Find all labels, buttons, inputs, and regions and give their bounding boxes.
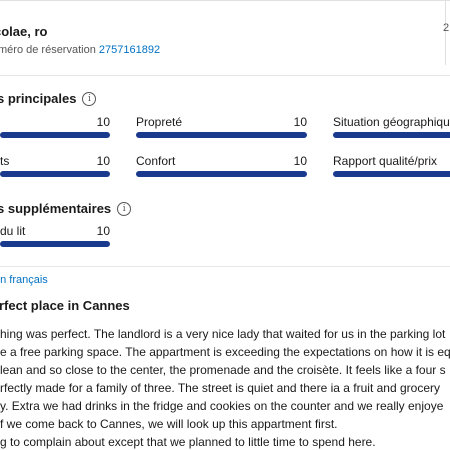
score-label-value: Rapport qualité/prix bbox=[333, 154, 438, 168]
reservation-number[interactable]: 2757161892 bbox=[99, 44, 160, 56]
review-title: rfect place in Cannes bbox=[0, 298, 130, 313]
score-value-comfort: 10 bbox=[293, 154, 307, 168]
score-label-cleanliness: Propreté bbox=[136, 115, 183, 129]
top-divider bbox=[0, 0, 450, 1]
extra-scores-title: s supplémentaires i bbox=[0, 201, 132, 216]
score-value-1: 10 bbox=[96, 115, 110, 129]
review-date: 2 bbox=[443, 22, 450, 34]
score-bar-value bbox=[333, 171, 450, 177]
info-icon[interactable]: i bbox=[117, 201, 132, 216]
reservation-info: méro de réservation 2757161892 bbox=[0, 44, 160, 56]
score-label-4: ts bbox=[0, 154, 10, 168]
score-bar-cleanliness bbox=[136, 132, 307, 138]
review-line: lean and so close to the center, the pro… bbox=[0, 363, 446, 377]
info-icon[interactable]: i bbox=[82, 91, 97, 106]
extra-scores-title-text: s supplémentaires bbox=[0, 201, 112, 216]
review-line: g to complain about except that we plann… bbox=[0, 435, 376, 449]
score-bar-location bbox=[333, 132, 450, 138]
review-line: f we come back to Cannes, we will look u… bbox=[0, 417, 338, 431]
main-scores-title-text: s principales bbox=[0, 91, 77, 106]
score-label-location: Situation géographique bbox=[333, 115, 450, 129]
section-divider bbox=[0, 266, 450, 267]
review-line: hing was perfect. The landlord is a very… bbox=[0, 327, 446, 341]
score-value-4: 10 bbox=[96, 154, 110, 168]
guest-name: colae, ro bbox=[0, 24, 48, 39]
score-label-comfort: Confort bbox=[136, 154, 176, 168]
review-line: y. Extra we had drinks in the fridge and… bbox=[0, 399, 444, 413]
reservation-label: méro de réservation bbox=[0, 44, 96, 56]
score-value-cleanliness: 10 bbox=[293, 115, 307, 129]
score-bar-comfort bbox=[136, 171, 307, 177]
review-line: rfectly made for a family of three. The … bbox=[0, 381, 440, 395]
score-bar-bed bbox=[0, 241, 110, 247]
score-bar-1 bbox=[0, 132, 110, 138]
score-value-bed: 10 bbox=[96, 224, 110, 238]
section-divider bbox=[0, 75, 450, 76]
language-link[interactable]: en français bbox=[0, 274, 48, 286]
score-label-bed: du lit bbox=[0, 224, 26, 238]
main-scores-title: s principales i bbox=[0, 91, 97, 106]
score-bar-4 bbox=[0, 171, 110, 177]
review-line: e a free parking space. The appartment i… bbox=[0, 345, 450, 359]
